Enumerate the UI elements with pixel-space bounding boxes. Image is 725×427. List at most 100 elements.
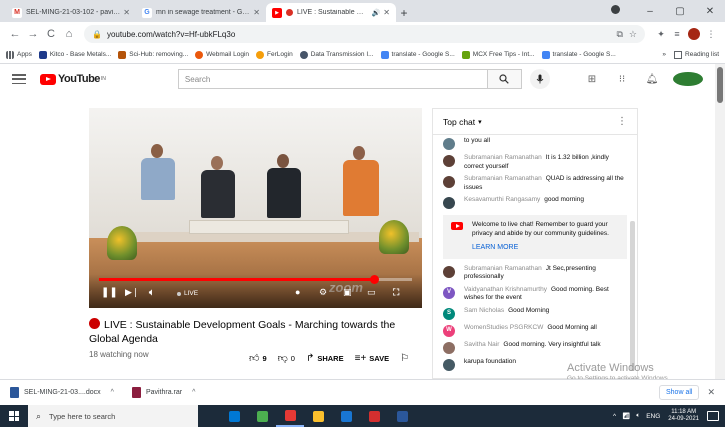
search-button[interactable] (487, 69, 522, 89)
chevron-up-icon[interactable]: ^ (192, 389, 195, 396)
browser-tab-google-search[interactable]: G mn in sewage treatment - Googl... ✕ (136, 3, 266, 22)
chat-author-avatar[interactable] (443, 138, 455, 150)
language-indicator[interactable]: ENG (646, 413, 660, 420)
taskbar-app-button[interactable] (248, 405, 276, 427)
chat-mode-selector[interactable]: Top chat (443, 117, 475, 127)
system-clock[interactable]: 11:18 AM 24-09-2021 (668, 409, 699, 424)
bookmark-star-icon[interactable]: ☆ (629, 29, 637, 40)
audio-playing-icon[interactable]: 🔊 (372, 9, 381, 17)
chat-author-name[interactable]: Sam Nicholas (464, 307, 504, 314)
page-scrollbar-thumb[interactable] (717, 67, 723, 103)
taskbar-app-button[interactable] (332, 405, 360, 427)
create-video-icon[interactable]: ⊞ (577, 74, 607, 85)
share-button[interactable]: ↱ SHARE (306, 353, 344, 364)
home-button[interactable]: ⌂ (60, 28, 78, 40)
chat-author-avatar[interactable]: W (443, 324, 455, 337)
browser-tab-gmail[interactable]: M SEL-MING-21-03-102 - pavithra... ✕ (6, 3, 136, 22)
bookmark-kitco[interactable]: Kitco - Base Metals... (38, 50, 111, 59)
reload-button[interactable]: C (42, 28, 60, 40)
account-avatar[interactable] (673, 72, 703, 86)
close-downloads-icon[interactable]: ✕ (707, 387, 715, 398)
tab-close-icon[interactable]: ✕ (383, 8, 390, 17)
chat-author-avatar[interactable] (443, 197, 455, 209)
download-item-docx[interactable]: SEL-MING-21-03....docx ^ (10, 387, 114, 398)
taskbar-search-box[interactable]: ⌕ Type here to search (28, 405, 198, 427)
chat-author-avatar[interactable] (443, 155, 455, 167)
chat-author-name[interactable]: Kesavamurthi Rangasamy (464, 196, 540, 203)
taskbar-app-button[interactable] (276, 405, 304, 427)
taskbar-app-button[interactable] (388, 405, 416, 427)
live-indicator[interactable]: LIVE (177, 290, 198, 297)
chevron-down-icon[interactable]: ▾ (478, 118, 482, 126)
miniplayer-icon[interactable]: ▣ (343, 287, 352, 298)
bookmarks-overflow-button[interactable]: » (662, 51, 666, 58)
chat-author-avatar[interactable] (443, 358, 455, 371)
video-player[interactable]: zoom ❚❚ ▶❘ 🔈︎ LIVE ● ⚙ ▣ ▭ ⛶ (89, 108, 422, 308)
share-icon[interactable]: ⧉ (616, 29, 622, 40)
youtube-logo[interactable]: YouTube IN (40, 73, 106, 85)
next-button[interactable]: ▶❘ (125, 287, 139, 298)
chat-author-name[interactable]: Subramanian Ramanathan (464, 154, 542, 161)
minimize-button[interactable]: – (635, 6, 665, 17)
taskbar-app-button[interactable] (220, 405, 248, 427)
tab-close-icon[interactable]: ✕ (123, 8, 130, 17)
hamburger-menu-icon[interactable] (12, 74, 26, 84)
chat-author-name[interactable]: Subramanian Ramanathan (464, 265, 542, 272)
extension-pin-icon[interactable]: ✦ (653, 29, 669, 40)
chat-author-name[interactable]: Savitha Nair (464, 341, 499, 348)
chat-author-avatar[interactable] (443, 265, 455, 278)
chat-scrollbar[interactable] (630, 221, 635, 371)
chat-author-avatar[interactable] (443, 176, 455, 188)
notifications-bell-icon[interactable]: 🔔︎ (637, 74, 667, 85)
new-tab-button[interactable]: + (396, 3, 412, 22)
chat-author-avatar[interactable] (443, 341, 455, 354)
network-icon[interactable]: 📶︎ (622, 412, 630, 420)
voice-search-icon[interactable] (529, 69, 550, 89)
download-item-rar[interactable]: Pavithra.rar ^ (131, 387, 195, 398)
back-button[interactable]: ← (6, 28, 24, 40)
volume-icon[interactable]: 🔈︎ (636, 412, 640, 420)
user-avatar[interactable] (688, 28, 700, 40)
autoplay-toggle[interactable]: ● (295, 287, 300, 297)
dislike-button[interactable]: 👎︎ 0 (278, 352, 295, 364)
chat-author-avatar[interactable]: V (443, 286, 455, 299)
start-button[interactable] (0, 405, 28, 427)
save-button[interactable]: ≡+ SAVE (355, 353, 390, 364)
tray-overflow-icon[interactable]: ^ (613, 413, 616, 420)
bookmark-ferlogin[interactable]: FerLogin (256, 50, 293, 59)
volume-icon[interactable]: 🔈︎ (149, 287, 154, 298)
notifications-icon[interactable] (707, 411, 719, 421)
theater-mode-icon[interactable]: ▭ (367, 287, 376, 298)
bookmark-apps[interactable]: Apps (6, 50, 32, 59)
chat-author-avatar[interactable]: S (443, 307, 455, 320)
bookmark-data-transmission[interactable]: Data Transmission I... (299, 50, 374, 59)
chat-author-name[interactable]: Subramanian Ramanathan (464, 175, 542, 182)
video-progress-bar[interactable] (99, 275, 412, 284)
maximize-button[interactable]: ▢ (665, 6, 695, 17)
pause-button[interactable]: ❚❚ (101, 287, 118, 298)
report-button[interactable]: ⚐ (400, 353, 412, 364)
more-options-icon[interactable]: ⋮ (617, 116, 627, 127)
browser-menu-icon[interactable]: ⋮ (703, 29, 719, 40)
media-control-icon[interactable]: ≡ (669, 29, 685, 39)
reading-list-button[interactable]: Reading list (685, 51, 719, 58)
bookmark-scihub[interactable]: Sci-Hub: removing... (118, 50, 188, 59)
chevron-up-icon[interactable]: ^ (111, 389, 114, 396)
fullscreen-icon[interactable]: ⛶ (393, 287, 399, 298)
bookmark-translate-2[interactable]: translate - Google S... (541, 50, 616, 59)
chat-author-name[interactable]: WomenStudies PSGRKCW (464, 324, 543, 331)
learn-more-link[interactable]: LEARN MORE (472, 244, 619, 253)
taskbar-app-button[interactable] (360, 405, 388, 427)
taskbar-app-button[interactable] (304, 405, 332, 427)
show-all-downloads-button[interactable]: Show all (658, 385, 700, 400)
bookmark-webmail[interactable]: Webmail Login (195, 50, 249, 59)
close-window-button[interactable]: ✕ (695, 6, 725, 17)
chat-author-name[interactable]: Vaidyanathan Krishnamurthy (464, 286, 547, 293)
profile-icon[interactable] (605, 5, 635, 17)
forward-button[interactable]: → (24, 28, 42, 40)
tab-close-icon[interactable]: ✕ (253, 8, 260, 17)
youtube-search-input[interactable]: Search (177, 69, 488, 89)
settings-gear-icon[interactable]: ⚙ (319, 287, 327, 298)
page-scrollbar[interactable] (715, 64, 725, 379)
like-button[interactable]: 👍︎ 9 (249, 352, 267, 364)
